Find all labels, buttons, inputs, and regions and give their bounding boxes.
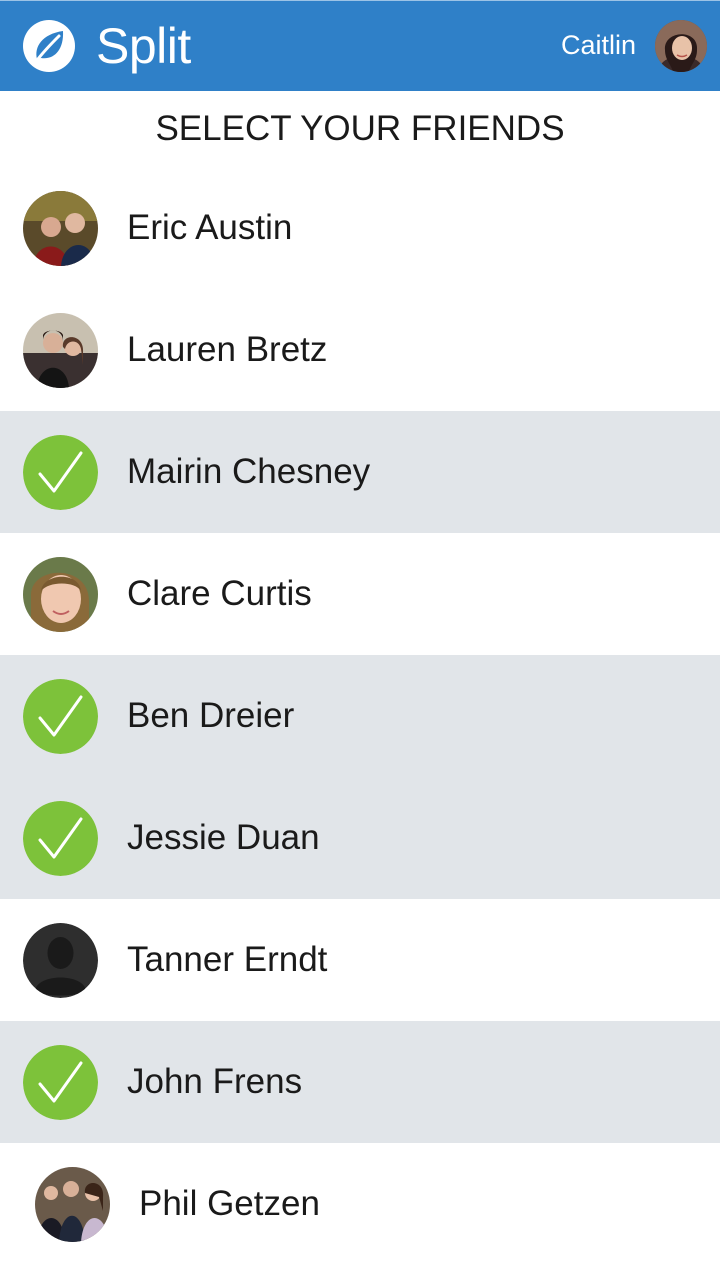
friend-name: Clare Curtis [127,574,312,613]
friend-row[interactable]: Clare Curtis [0,533,720,655]
friend-row[interactable]: Lauren Bretz [0,289,720,411]
friend-name: Jessie Duan [127,818,320,857]
friend-row[interactable]: John Frens [0,1021,720,1143]
user-name[interactable]: Caitlin [561,28,636,62]
app-title: Split [96,18,191,74]
friend-row[interactable]: Jessie Duan [0,777,720,899]
page-title: SELECT YOUR FRIENDS [155,109,565,148]
friend-row[interactable]: Tanner Erndt [0,899,720,1021]
default-avatar-icon [23,923,98,998]
avatar [23,313,98,388]
friend-row[interactable]: Mairin Chesney [0,411,720,533]
app-header: Split Caitlin [0,0,720,91]
avatar [23,191,98,266]
friend-name: Mairin Chesney [127,452,371,491]
friend-row[interactable]: Ben Dreier [0,655,720,777]
avatar [35,1167,110,1242]
friends-list: Eric Austin Lauren Bretz Mairin Chesney [0,167,720,1265]
friend-name: Lauren Bretz [127,330,328,369]
friend-row[interactable]: Phil Getzen [0,1143,720,1265]
leaf-icon[interactable] [23,20,75,72]
friend-name: Tanner Erndt [127,940,328,979]
friend-name: Phil Getzen [139,1184,320,1223]
friend-name: Eric Austin [127,208,293,247]
avatar [23,557,98,632]
check-icon [23,1045,98,1120]
check-icon [23,801,98,876]
friend-row[interactable]: Eric Austin [0,167,720,289]
check-icon [23,679,98,754]
user-avatar[interactable] [655,20,707,72]
friend-name: John Frens [127,1062,303,1101]
check-icon [23,435,98,510]
friend-name: Ben Dreier [127,696,295,735]
